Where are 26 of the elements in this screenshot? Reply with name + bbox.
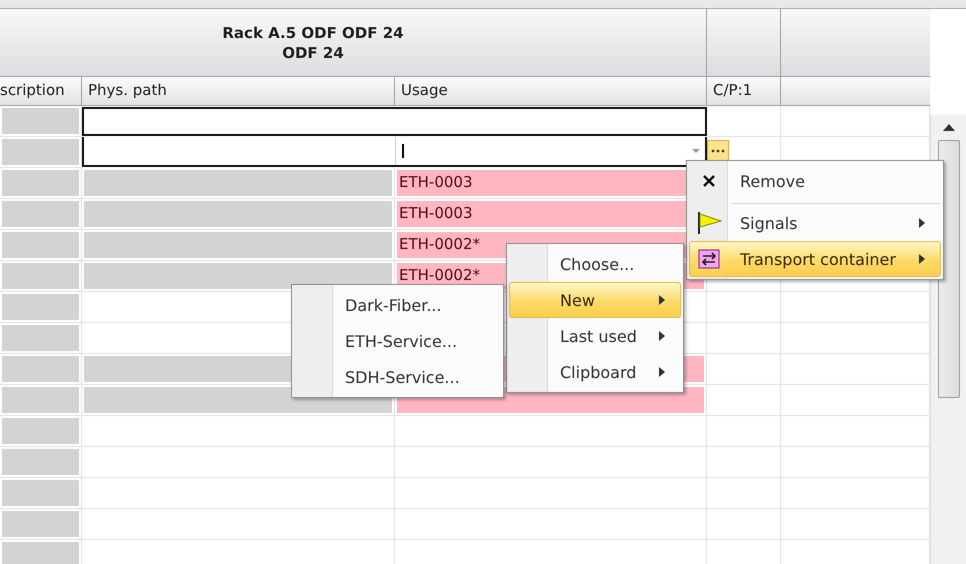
menu-item[interactable]: New bbox=[509, 282, 681, 318]
submenu-arrow-icon bbox=[658, 367, 666, 377]
text-cursor bbox=[402, 144, 404, 158]
column-group-header: Rack A.5 ODF ODF 24 ODF 24 bbox=[0, 9, 707, 77]
submenu-arrow-icon bbox=[918, 218, 926, 228]
ellipsis-icon bbox=[711, 149, 725, 153]
menu-item[interactable]: Clipboard bbox=[509, 354, 681, 390]
column-header[interactable]: Phys. path bbox=[82, 77, 395, 106]
submenu-arrow-icon bbox=[918, 254, 926, 264]
column-header[interactable] bbox=[781, 77, 930, 106]
menu-item[interactable]: ETH-Service... bbox=[294, 323, 501, 359]
menu-item[interactable]: Transport container bbox=[689, 241, 941, 277]
submenu-arrow-icon bbox=[658, 331, 666, 341]
swap-arrows-icon bbox=[698, 249, 720, 269]
close-icon bbox=[702, 174, 716, 188]
column-header[interactable]: scription bbox=[0, 77, 82, 106]
menu-item[interactable]: SDH-Service... bbox=[294, 359, 501, 395]
menu-item[interactable]: Last used bbox=[509, 318, 681, 354]
scrollbar[interactable] bbox=[930, 115, 966, 564]
ellipsis-button[interactable] bbox=[707, 140, 729, 162]
flag-icon bbox=[696, 211, 722, 235]
scroll-up-icon[interactable] bbox=[942, 123, 956, 132]
dropdown-arrow-icon[interactable] bbox=[691, 147, 701, 155]
column-header[interactable]: C/P:1 bbox=[707, 77, 781, 106]
submenu-arrow-icon bbox=[658, 295, 666, 305]
column-header[interactable]: Usage bbox=[395, 77, 707, 106]
